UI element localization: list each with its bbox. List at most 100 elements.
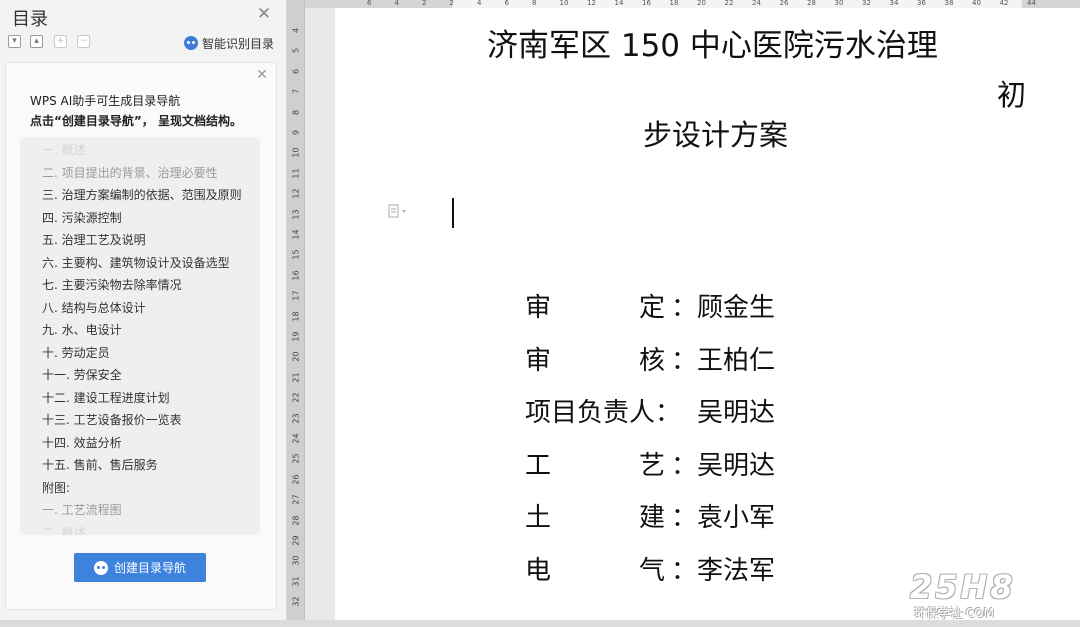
vertical-ruler: 4 5 6 7 8 9 10 11 12 13 14 15 16 17 18 19 20 21 22 23 24 25 26… — [287, 0, 305, 627]
credit-role: 土建 — [525, 503, 665, 533]
create-toc-button[interactable]: 创建目录导航 — [74, 553, 206, 582]
ruler-tick: 20 — [291, 351, 301, 362]
ruler-tick: 21 — [291, 372, 301, 383]
credit-row: 审核：王柏仁 — [525, 336, 795, 389]
ruler-tick: 18 — [291, 311, 301, 322]
horizontal-ruler: 6 4 2 2 4 6 8 10 12 14 16 18 20 22 24 26 28 30 32 34 36 38 40 4… — [305, 0, 1080, 8]
ruler-tick: 31 — [291, 576, 301, 587]
smart-detect-label: 智能识别目录 — [202, 36, 275, 51]
ruler-tick: 27 — [291, 494, 301, 505]
ruler-tick: 38 — [944, 0, 954, 7]
ruler-tick: 36 — [917, 0, 926, 7]
toc-preview-item: 十. 劳动定员 — [42, 345, 110, 360]
toc-preview: 一. 概述 二. 项目提出的背景、治理必要性 三. 治理方案编制的依据、范围及原则四… — [20, 137, 260, 535]
ruler-tick: 29 — [291, 535, 301, 546]
ruler-tick: 19 — [291, 331, 301, 342]
collapse-icon[interactable]: ▾ — [8, 35, 21, 48]
ruler-tick: 7 — [291, 89, 301, 95]
watermark-logo: 25H8 — [910, 568, 1016, 606]
credit-role: 电气 — [525, 555, 665, 586]
credit-row: 土建：袁小军 — [525, 493, 795, 546]
wps-ai-icon — [184, 36, 198, 50]
ruler-tick: 4 — [394, 0, 399, 7]
credit-colon: ： — [671, 345, 698, 376]
ai-card: ✕ WPS AI助手可生成目录导航 点击“创建目录导航”， 呈现文档结构。 一.… — [5, 62, 277, 610]
ruler-tick: 12 — [587, 0, 596, 7]
add-level-icon[interactable]: + — [54, 35, 67, 48]
ruler-tick: 30 — [834, 0, 844, 7]
toc-preview-item: 六. 主要构、建筑物设计及设备选型 — [42, 255, 230, 270]
credit-name: 李法军 — [697, 555, 776, 586]
ruler-tick: 34 — [889, 0, 899, 7]
doc-title-chu: 初 — [997, 78, 1027, 112]
credit-name: 吴明达 — [697, 398, 776, 428]
ruler-tick: 6 — [367, 0, 372, 7]
ruler-tick: 2 — [449, 0, 454, 7]
create-toc-label: 创建目录导航 — [113, 561, 186, 575]
credit-role: 项目负责人： — [525, 398, 682, 428]
ruler-tick: 10 — [291, 147, 301, 158]
ruler-tick: 24 — [752, 0, 761, 7]
toc-preview-item: 十三. 工艺设备报价一览表 — [42, 413, 182, 427]
wps-ai-icon — [93, 560, 108, 575]
credits-block: 审定：顾金生审核：王柏仁 项目负责人： 吴明达工艺：吴明达土建：袁小军电气：李法军 — [525, 283, 795, 598]
credit-role: 审定 — [525, 293, 665, 323]
ruler-tick: 26 — [779, 0, 789, 7]
watermark: 25H8 环保学社·COM — [910, 568, 1075, 620]
credit-row: 项目负责人： 吴明达 — [525, 388, 795, 441]
ruler-tick: 16 — [642, 0, 651, 7]
remove-level-icon[interactable]: − — [77, 35, 90, 48]
ruler-tick: 23 — [291, 413, 301, 424]
ruler-tick: 9 — [291, 129, 301, 136]
ruler-text-area — [452, 0, 1022, 8]
ruler-tick: 42 — [999, 0, 1009, 7]
ruler-tick: 12 — [291, 188, 301, 199]
credit-colon: ： — [671, 555, 698, 586]
credit-row: 电气：李法军 — [525, 546, 795, 599]
doc-title-line2: 步设计方案 — [643, 118, 789, 152]
credit-colon: ： — [671, 503, 698, 533]
toc-preview-item: 十一. 劳保安全 — [42, 368, 122, 382]
doc-title-line1: 济南军区 150 中心医院污水治理 — [487, 28, 938, 64]
ruler-tick: 16 — [291, 270, 301, 281]
ruler-tick: 30 — [291, 555, 301, 566]
ruler-tick: 26 — [291, 474, 301, 485]
card-close-icon[interactable]: ✕ — [254, 67, 270, 83]
ruler-tick: 4 — [291, 27, 301, 34]
ruler-tick: 22 — [724, 0, 734, 7]
credit-role: 审核 — [525, 345, 665, 376]
toc-preview-item: 三. 治理方案编制的依据、范围及原则 — [42, 188, 242, 202]
toc-preview-item: 十二. 建设工程进度计划 — [42, 390, 170, 405]
paragraph-menu-icon[interactable] — [388, 204, 410, 218]
toc-preview-item: 十五. 售前、售后服务 — [42, 458, 158, 472]
credit-name: 袁小军 — [697, 503, 776, 533]
ruler-tick: 40 — [972, 0, 981, 7]
close-icon[interactable]: ✕ — [254, 4, 274, 24]
ruler-tick: 32 — [862, 0, 871, 7]
document-page[interactable]: 济南军区 150 中心医院污水治理 初 步设计方案 审定：顾金生审核：王柏仁 项目… — [335, 8, 1080, 627]
toc-preview-item: 二. 项目提出的背景、治理必要性 — [42, 165, 218, 180]
smart-detect-button[interactable]: 智能识别目录 — [184, 34, 274, 52]
credit-name: 顾金生 — [697, 293, 776, 323]
expand-icon[interactable]: ▴ — [30, 35, 43, 48]
toc-preview-item: 二. 概述 — [42, 525, 86, 536]
watermark-sub: 环保学社·COM — [914, 606, 994, 620]
ruler-tick: 15 — [291, 249, 301, 260]
ruler-tick: 20 — [697, 0, 706, 7]
ruler-tick: 6 — [504, 0, 509, 7]
ruler-tick: 13 — [291, 209, 301, 220]
ruler-tick: 14 — [614, 0, 624, 7]
toc-preview-item: 八. 结构与总体设计 — [42, 300, 146, 315]
toc-preview-item: 一. 工艺流程图 — [42, 503, 122, 517]
toc-preview-item: 十四. 效益分析 — [42, 435, 122, 450]
toc-preview-item: 七. 主要污染物去除率情况 — [42, 278, 182, 292]
text-cursor — [452, 198, 454, 228]
ruler-tick: 6 — [291, 68, 301, 74]
toc-title: 目录 — [12, 9, 48, 30]
credit-colon: ： — [671, 293, 698, 323]
ruler-tick: 10 — [559, 0, 569, 7]
ruler-tick: 11 — [291, 168, 301, 179]
ruler-tick: 5 — [291, 48, 301, 54]
toc-preview-item: 附图: — [42, 480, 71, 495]
ruler-tick: 28 — [807, 0, 816, 7]
